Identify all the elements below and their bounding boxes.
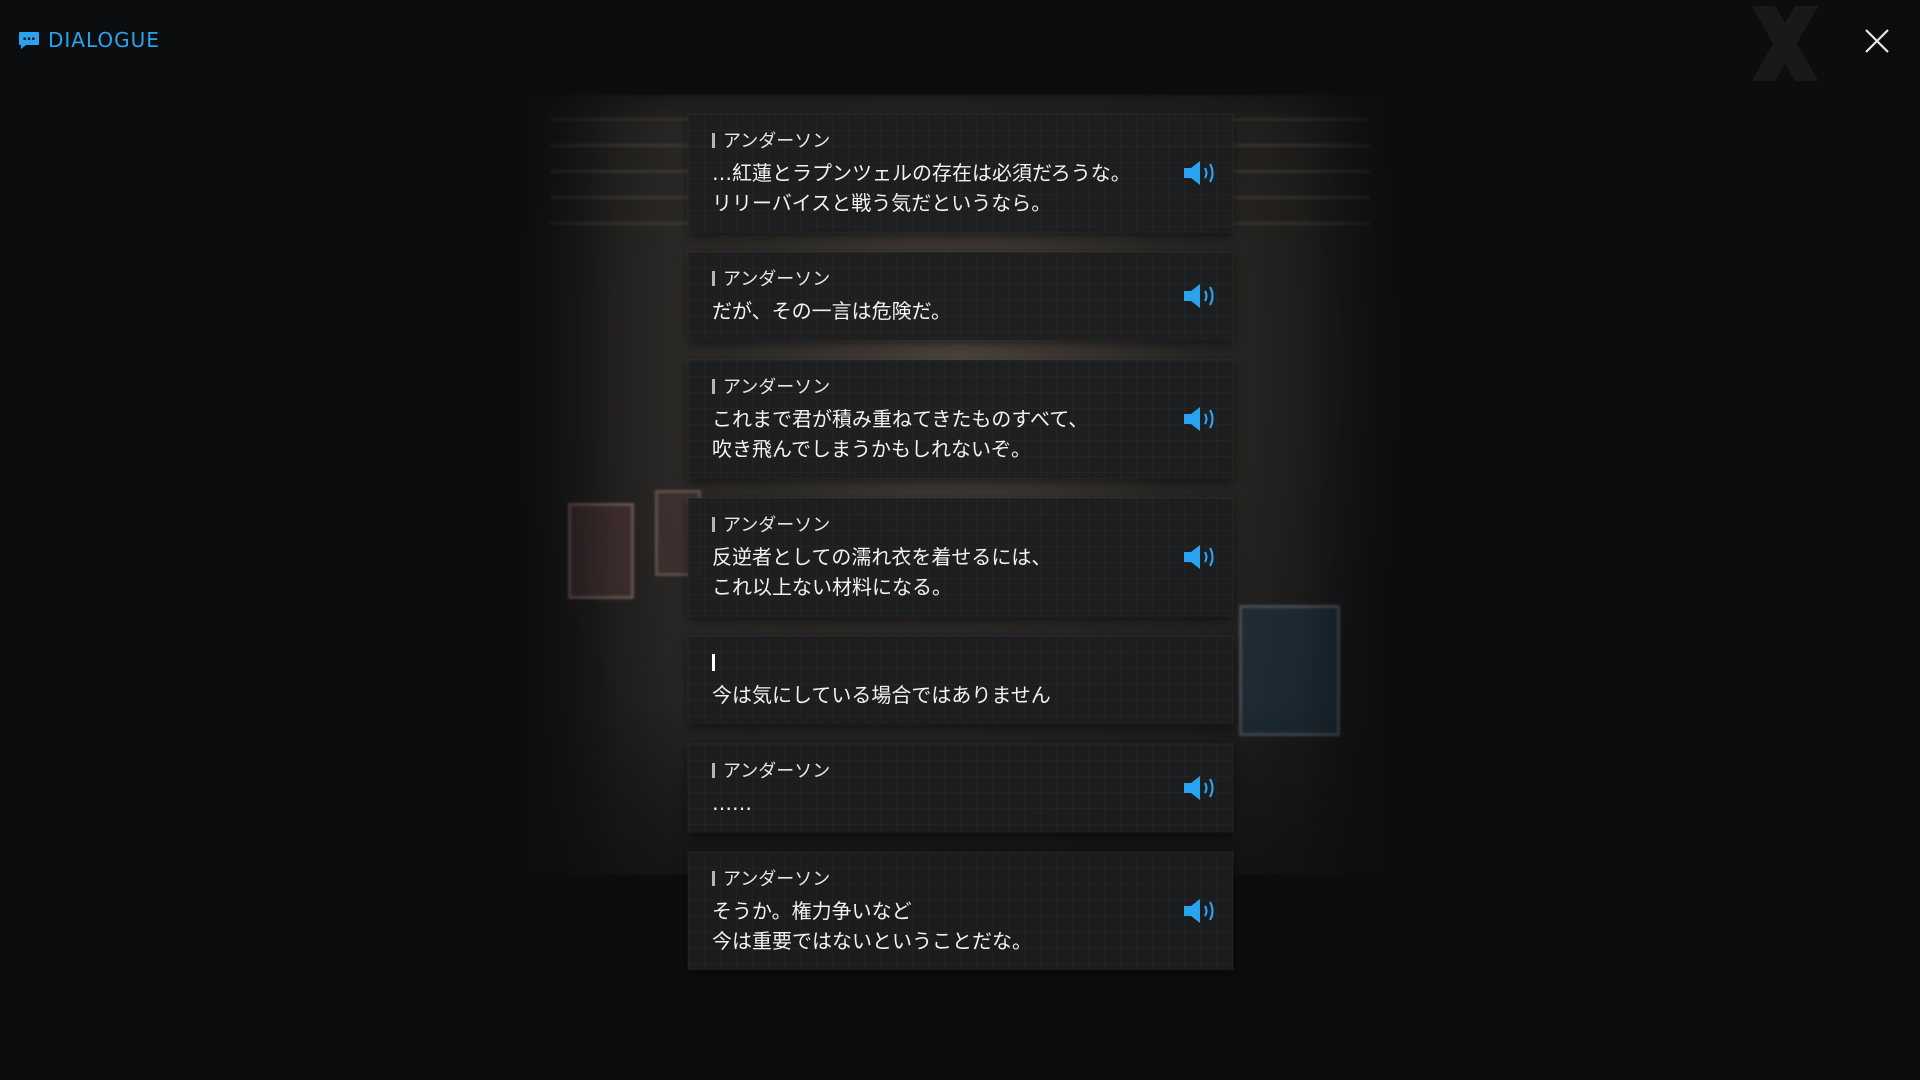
dialogue-entry: アンダーソン そうか。権力争いなど 今は重要ではないということだな。 — [688, 852, 1233, 970]
speaker-icon[interactable] — [1181, 773, 1219, 803]
speaker-icon[interactable] — [1181, 542, 1219, 572]
speaker-row: アンダーソン — [712, 128, 1143, 152]
page-title: DIALOGUE — [48, 28, 160, 52]
speaker-marker — [712, 653, 715, 671]
speaker-icon[interactable] — [1181, 404, 1219, 434]
dialogue-text: だが、その一言は危険だ。 — [712, 299, 951, 323]
speaker-name: アンダーソン — [723, 869, 831, 890]
voice-play-button[interactable] — [1181, 158, 1219, 188]
voice-play-button[interactable] — [1181, 281, 1219, 311]
dialogue-entry: アンダーソン これまで君が積み重ねてきたものすべて、 吹き飛んでしまうかもしれな… — [688, 360, 1233, 478]
dialogue-entry: アンダーソン だが、その一言は危険だ。 — [688, 252, 1233, 340]
speaker-row: アンダーソン — [712, 758, 1143, 782]
header-decoration — [1690, 6, 1880, 81]
dialogue-text: …… — [712, 791, 752, 815]
speaker-marker — [712, 132, 715, 148]
speaker-marker — [712, 870, 715, 886]
dialogue-header: DIALOGUE — [18, 28, 160, 52]
dialogue-text: 今は気にしている場合ではありません — [712, 683, 1051, 707]
speaker-row: アンダーソン — [712, 512, 1143, 536]
speaker-row: アンダーソン — [712, 266, 1143, 290]
dialogue-text: これまで君が積み重ねてきたものすべて、 吹き飛んでしまうかもしれないぞ。 — [712, 407, 1089, 461]
chat-icon — [18, 31, 40, 50]
voice-play-button[interactable] — [1181, 896, 1219, 926]
voice-play-button[interactable] — [1181, 542, 1219, 572]
voice-play-button[interactable] — [1181, 404, 1219, 434]
dialogue-log[interactable]: アンダーソン …紅蓮とラプンツェルの存在は必須だろうな。 リリーバイスと戦う気だ… — [688, 114, 1233, 970]
speaker-row: アンダーソン — [712, 374, 1143, 398]
close-button[interactable] — [1862, 26, 1892, 56]
speaker-name: アンダーソン — [723, 761, 831, 782]
speaker-icon[interactable] — [1181, 281, 1219, 311]
speaker-name: アンダーソン — [723, 377, 831, 398]
speaker-marker — [712, 516, 715, 532]
dialogue-text: …紅蓮とラプンツェルの存在は必須だろうな。 リリーバイスと戦う気だというなら。 — [712, 161, 1131, 215]
speaker-row — [712, 650, 1143, 674]
dialogue-entry: アンダーソン …紅蓮とラプンツェルの存在は必須だろうな。 リリーバイスと戦う気だ… — [688, 114, 1233, 232]
dialogue-entry: アンダーソン …… — [688, 744, 1233, 832]
speaker-row: アンダーソン — [712, 866, 1143, 890]
dialogue-entry: アンダーソン 反逆者としての濡れ衣を着せるには、 これ以上ない材料になる。 — [688, 498, 1233, 616]
speaker-icon[interactable] — [1181, 896, 1219, 926]
speaker-icon[interactable] — [1181, 158, 1219, 188]
speaker-name: アンダーソン — [723, 131, 831, 152]
close-icon[interactable] — [1862, 26, 1892, 56]
voice-play-button[interactable] — [1181, 773, 1219, 803]
dialogue-text: そうか。権力争いなど 今は重要ではないということだな。 — [712, 899, 1032, 953]
speaker-name: アンダーソン — [723, 269, 831, 290]
speaker-marker — [712, 378, 715, 394]
speaker-name: アンダーソン — [723, 515, 831, 536]
speaker-marker — [712, 270, 715, 286]
dialogue-entry-player: 今は気にしている場合ではありません — [688, 636, 1233, 724]
dialogue-text: 反逆者としての濡れ衣を着せるには、 これ以上ない材料になる。 — [712, 545, 1052, 599]
speaker-marker — [712, 762, 715, 778]
